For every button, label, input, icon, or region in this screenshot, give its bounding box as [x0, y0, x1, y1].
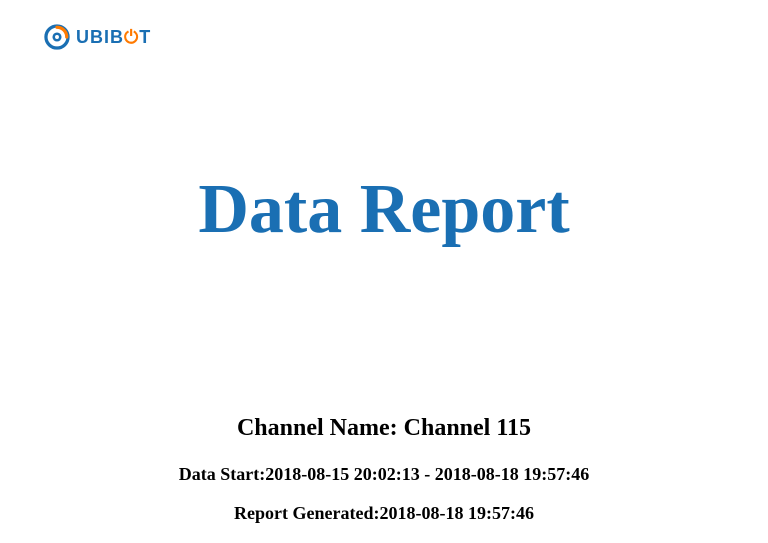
report-generated-value: 2018-08-18 19:57:46 [379, 503, 533, 523]
report-generated-label: Report Generated: [234, 503, 379, 523]
page: UBIB⏻T Data Report Channel Name: Channel… [0, 0, 768, 543]
channel-name-row: Channel Name: Channel 115 [0, 415, 768, 442]
report-generated-row: Report Generated:2018-08-18 19:57:46 [0, 503, 768, 524]
brand-name-suffix: T [139, 27, 151, 47]
brand-name-prefix: UBIB [76, 27, 124, 47]
data-range-row: Data Start:2018-08-15 20:02:13 - 2018-08… [0, 464, 768, 485]
report-title: Data Report [0, 170, 768, 250]
ubibot-logo-icon [44, 24, 70, 50]
brand-logo: UBIB⏻T [44, 24, 151, 50]
brand-name: UBIB⏻T [76, 27, 151, 48]
channel-name-value: Channel 115 [404, 415, 531, 441]
data-range-label: Data Start: [179, 464, 265, 484]
brand-power-icon: ⏻ [124, 27, 139, 47]
data-range-value: 2018-08-15 20:02:13 - 2018-08-18 19:57:4… [265, 464, 589, 484]
channel-name-label: Channel Name: [237, 415, 404, 441]
report-meta: Channel Name: Channel 115 Data Start:201… [0, 415, 768, 542]
